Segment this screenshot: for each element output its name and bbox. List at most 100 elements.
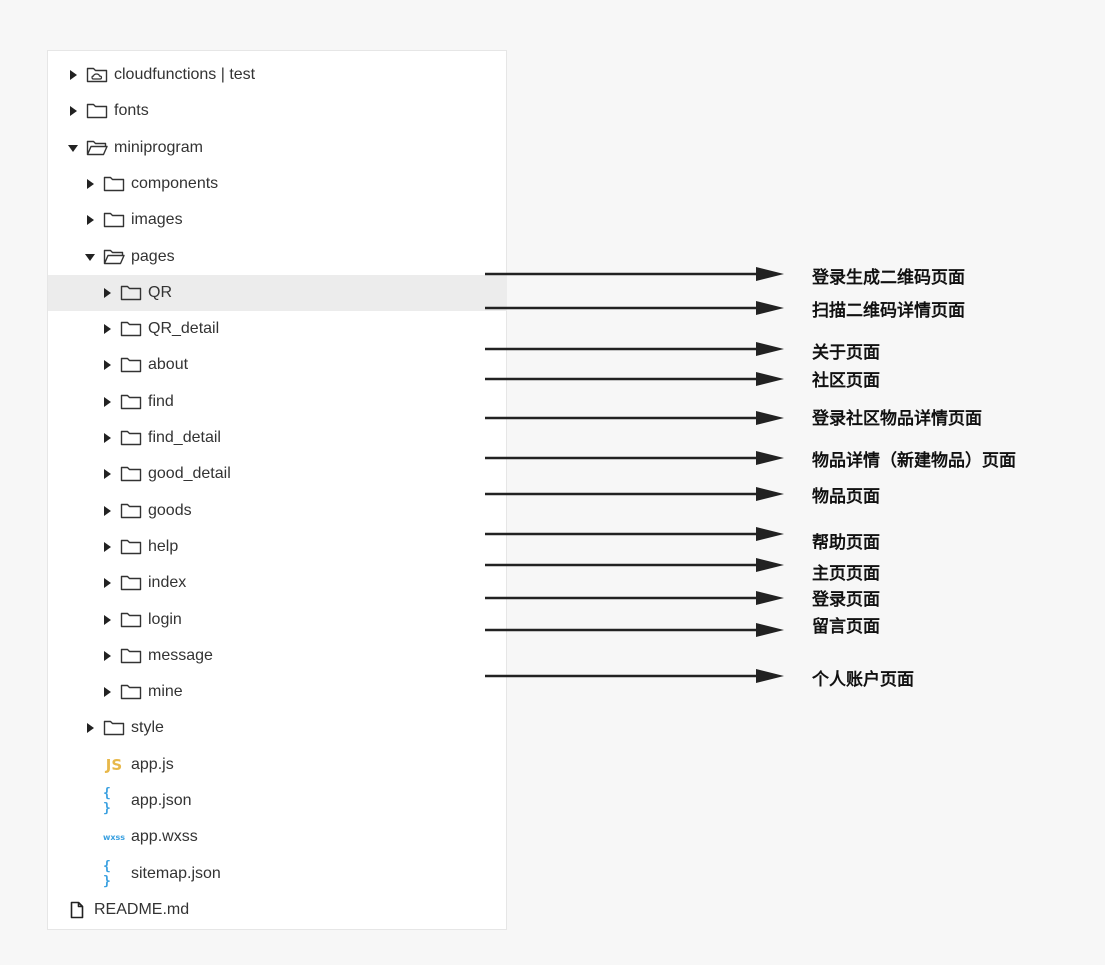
canvas: cloudfunctions | test fonts miniprogram com…	[0, 0, 1105, 965]
tree-row-label: about	[148, 356, 189, 374]
annotation-label-find-detail: 登录社区物品详情页面	[812, 409, 982, 428]
folder-icon	[120, 611, 142, 629]
annotation-label-login: 登录页面	[812, 590, 880, 609]
tree-row-login[interactable]: login	[48, 602, 507, 638]
js-file-icon: JS	[103, 756, 125, 774]
tree-row-message[interactable]: message	[48, 638, 507, 674]
folder-icon	[120, 538, 142, 556]
tree-row-app-wxss[interactable]: wxss app.wxss	[48, 819, 507, 855]
tree-row-label: QR	[148, 283, 172, 301]
folder-icon	[120, 465, 142, 483]
cloud-folder-icon	[86, 66, 108, 84]
tree-row-sitemap-json[interactable]: { } sitemap.json	[48, 856, 507, 892]
tree-row-fonts[interactable]: fonts	[48, 93, 507, 129]
tree-row-pages[interactable]: pages	[48, 239, 507, 275]
tree-row-label: QR_detail	[148, 320, 220, 338]
arrow-head-qr-detail	[756, 301, 784, 315]
annotation-label-qr-detail: 扫描二维码详情页面	[812, 301, 965, 320]
tree-row-label: app.js	[131, 755, 174, 773]
tree-row-find[interactable]: find	[48, 384, 507, 420]
folder-open-icon	[103, 248, 125, 266]
chevron-right-icon[interactable]	[83, 213, 97, 227]
arrow-head-help	[756, 527, 784, 541]
arrow-head-find-detail	[756, 411, 784, 425]
chevron-right-icon[interactable]	[100, 395, 114, 409]
chevron-right-icon[interactable]	[100, 613, 114, 627]
folder-icon	[120, 393, 142, 411]
chevron-right-icon[interactable]	[100, 540, 114, 554]
tree-row-label: images	[131, 211, 183, 229]
folder-open-icon	[86, 139, 108, 157]
chevron-right-icon[interactable]	[100, 358, 114, 372]
annotation-label-help: 帮助页面	[812, 533, 880, 552]
folder-icon	[86, 102, 108, 120]
tree-row-label: cloudfunctions | test	[114, 66, 256, 83]
chevron-right-icon[interactable]	[83, 721, 97, 735]
chevron-right-icon[interactable]	[100, 649, 114, 663]
tree-row-style[interactable]: style	[48, 710, 507, 746]
tree-row-label: login	[148, 610, 182, 628]
folder-icon	[120, 429, 142, 447]
chevron-right-icon[interactable]	[100, 431, 114, 445]
tree-row-components[interactable]: components	[48, 166, 507, 202]
annotation-label-message: 留言页面	[812, 617, 880, 636]
tree-row-label: message	[148, 646, 213, 664]
folder-icon	[120, 320, 142, 338]
arrow-head-about	[756, 342, 784, 356]
wxss-file-icon: wxss	[103, 828, 125, 846]
annotation-label-good-detail: 物品详情（新建物品）页面	[812, 451, 1016, 470]
arrow-head-message	[756, 623, 784, 637]
chevron-right-icon[interactable]	[83, 177, 97, 191]
folder-icon	[120, 574, 142, 592]
annotation-label-mine: 个人账户页面	[812, 670, 914, 689]
arrow-head-mine	[756, 669, 784, 683]
chevron-right-icon[interactable]	[100, 286, 114, 300]
chevron-down-icon[interactable]	[83, 250, 97, 264]
json-file-icon-text: { }	[103, 786, 111, 816]
chevron-right-icon[interactable]	[66, 104, 80, 118]
tree-row-label: find	[148, 392, 174, 410]
tree-row-cloudfunctions[interactable]: cloudfunctions | test	[48, 57, 507, 93]
tree-row-miniprogram[interactable]: miniprogram	[48, 130, 507, 166]
tree-row-app-js[interactable]: JS app.js	[48, 747, 507, 783]
chevron-right-icon[interactable]	[100, 467, 114, 481]
chevron-right-icon[interactable]	[100, 576, 114, 590]
tree-row-about[interactable]: about	[48, 347, 507, 383]
tree-row-label: goods	[148, 501, 192, 519]
chevron-right-icon[interactable]	[100, 685, 114, 699]
tree-row-label: sitemap.json	[131, 864, 221, 882]
arrow-head-good-detail	[756, 451, 784, 465]
tree-row-label: index	[148, 574, 187, 592]
tree-row-label: pages	[131, 247, 175, 265]
tree-row-label: style	[131, 719, 164, 737]
tree-row-qr-detail[interactable]: QR_detail	[48, 311, 507, 347]
tree-row-label: mine	[148, 683, 183, 701]
tree-row-mine[interactable]: mine	[48, 674, 507, 710]
json-file-icon-text: { }	[103, 858, 111, 889]
tree-row-index[interactable]: index	[48, 565, 507, 601]
chevron-right-icon[interactable]	[100, 504, 114, 518]
chevron-down-icon[interactable]	[66, 141, 80, 155]
folder-icon	[120, 683, 142, 701]
tree-row-label: fonts	[114, 102, 149, 120]
tree-row-label: miniprogram	[114, 138, 203, 156]
tree-row-readme[interactable]: README.md	[48, 892, 507, 928]
folder-icon	[120, 502, 142, 520]
tree-row-goods[interactable]: goods	[48, 493, 507, 529]
tree-row-label: app.json	[131, 792, 192, 809]
file-explorer: cloudfunctions | test fonts miniprogram com…	[47, 50, 507, 930]
folder-icon	[103, 175, 125, 193]
tree-row-help[interactable]: help	[48, 529, 507, 565]
js-file-icon-text: JS	[105, 755, 123, 774]
chevron-right-icon[interactable]	[66, 68, 80, 82]
tree-row-qr[interactable]: QR	[48, 274, 507, 311]
tree-row-images[interactable]: images	[48, 202, 507, 238]
arrow-head-goods	[756, 487, 784, 501]
tree-row-app-json[interactable]: { } app.json	[48, 783, 507, 819]
file-icon	[66, 901, 88, 919]
tree-row-find-detail[interactable]: find_detail	[48, 420, 507, 456]
chevron-right-icon[interactable]	[100, 322, 114, 336]
tree-row-good-detail[interactable]: good_detail	[48, 456, 507, 492]
